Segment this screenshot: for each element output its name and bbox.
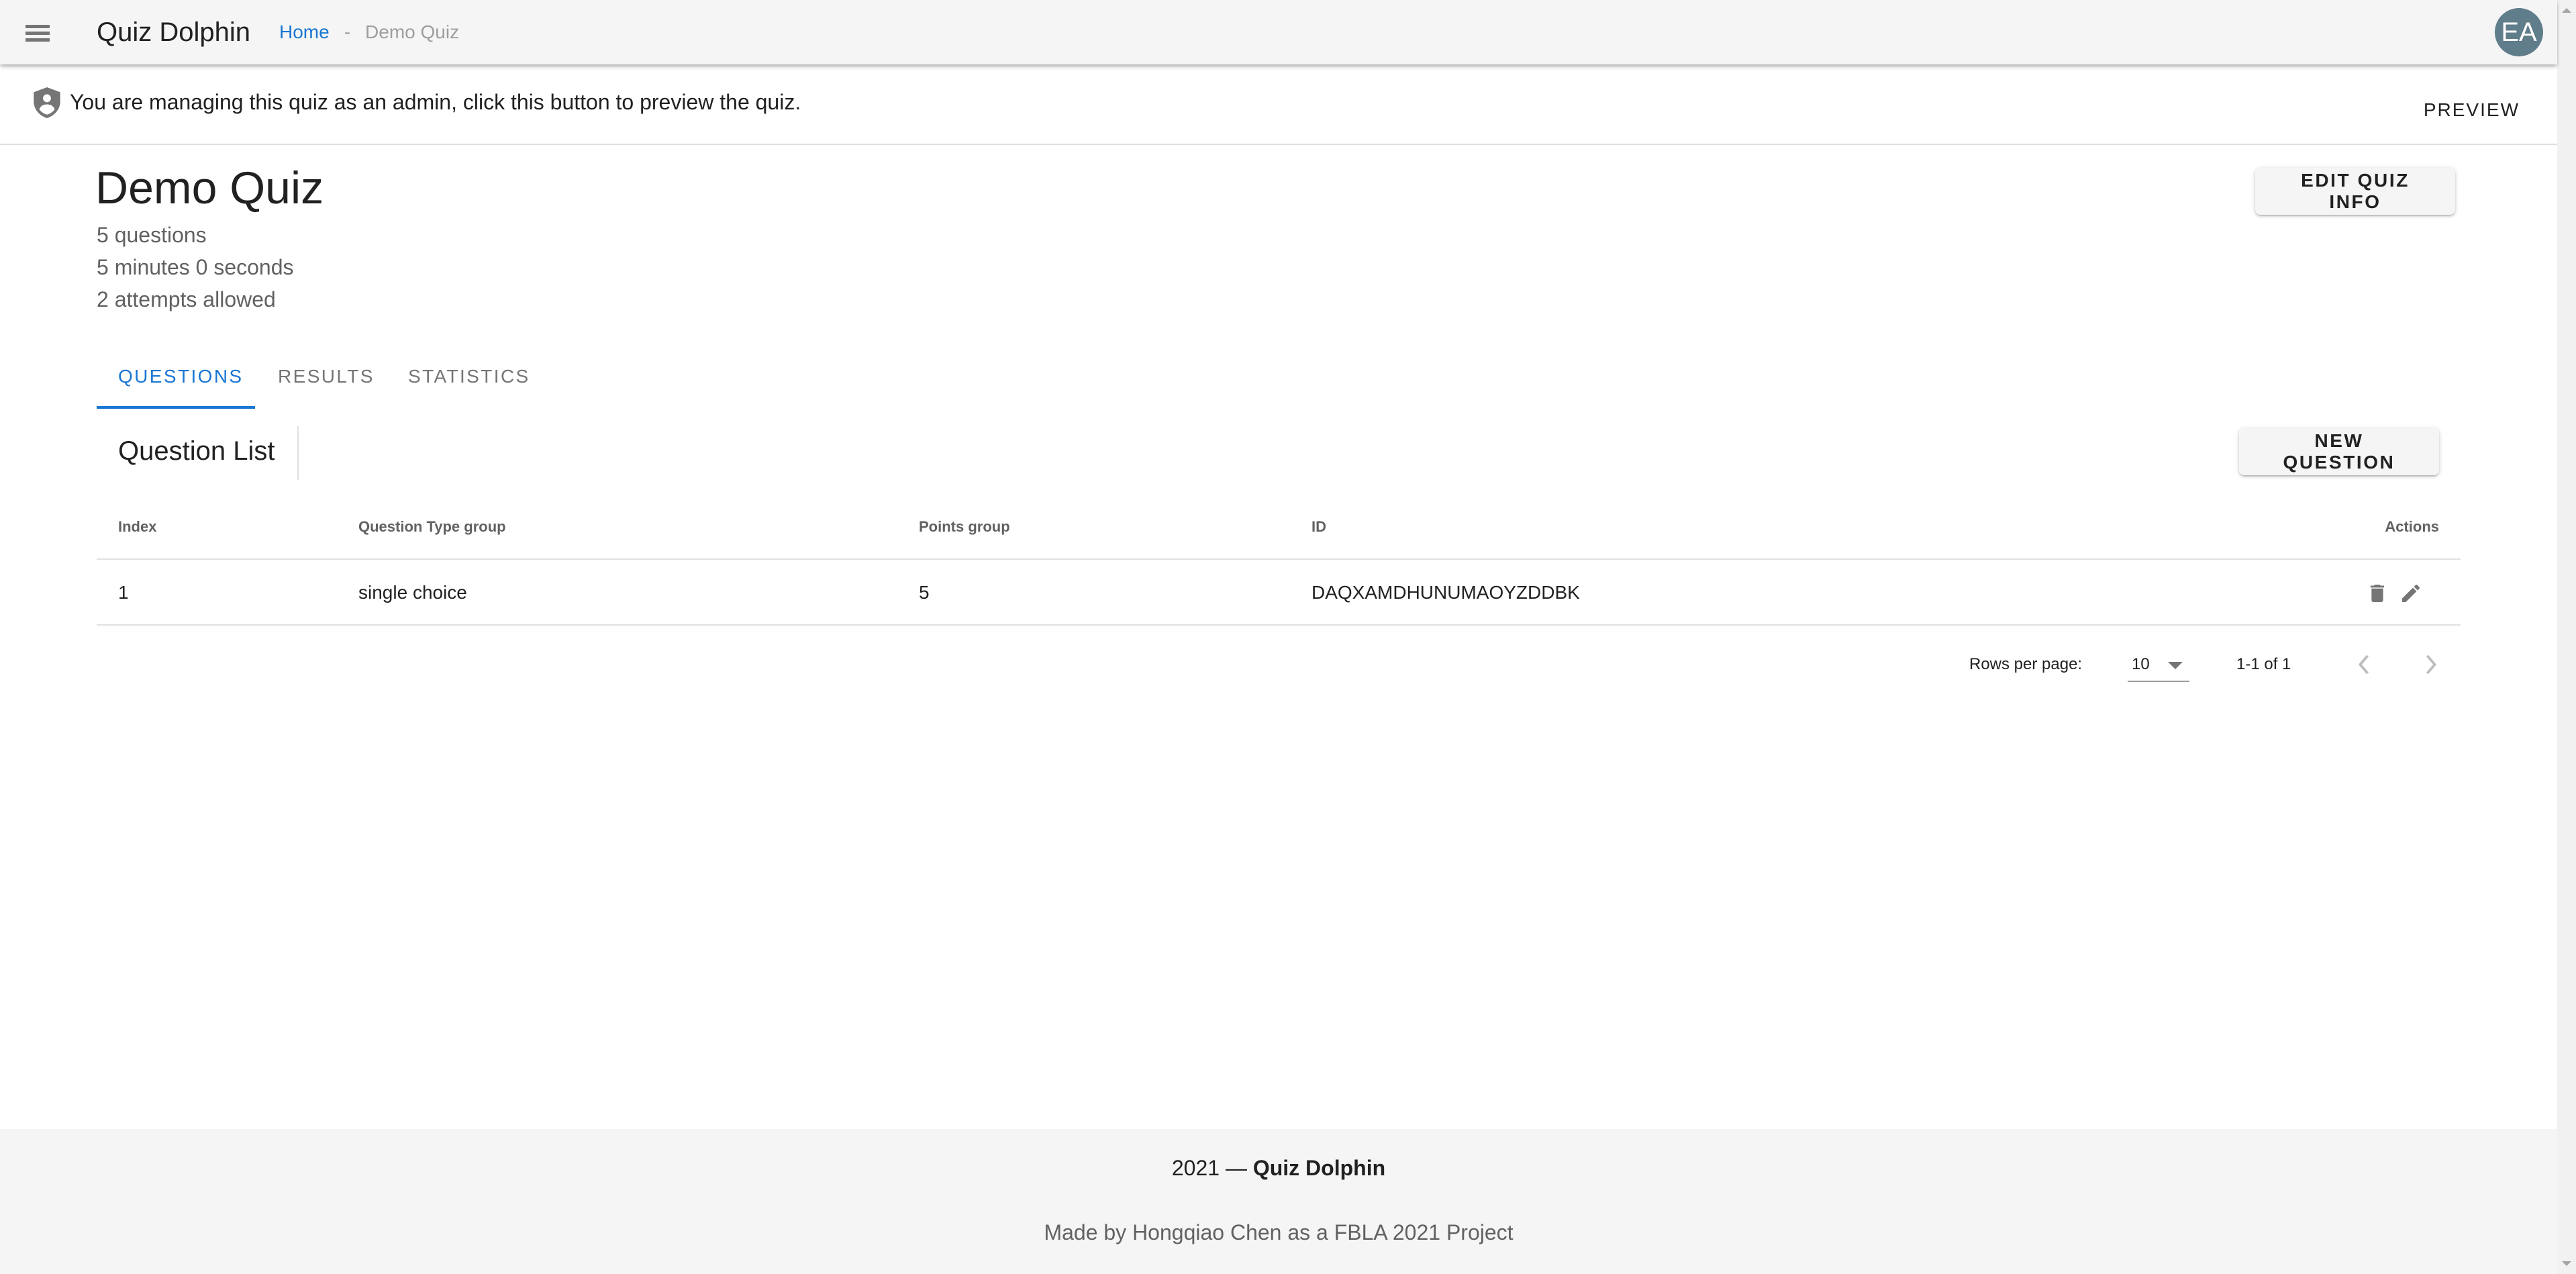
- cell-index: 1: [118, 582, 129, 603]
- tab-statistics[interactable]: STATISTICS: [408, 345, 530, 408]
- question-table: Index Question Type group Points group I…: [97, 502, 2461, 626]
- footer-year: 2021 —: [1171, 1156, 1247, 1180]
- rows-per-page-select[interactable]: 10: [2128, 650, 2189, 682]
- quiz-question-count: 5 questions: [97, 223, 207, 247]
- scroll-down-arrow-icon[interactable]: [2562, 1261, 2571, 1266]
- rows-per-page-value: 10: [2132, 655, 2150, 673]
- cell-question-type: single choice: [358, 582, 467, 603]
- table-pagination: Rows per page: 10 1-1 of 1: [1960, 644, 2443, 685]
- page: Quiz Dolphin Home - Demo Quiz EA You are m…: [0, 0, 2557, 1274]
- delete-icon[interactable]: [2367, 583, 2388, 604]
- previous-page-button[interactable]: [2348, 648, 2380, 681]
- table-row[interactable]: 1 single choice 5 DAQXAMDHUNUMAOYZDDBK: [97, 560, 2461, 626]
- footer: 2021 — Quiz Dolphin Made by Hongqiao Che…: [0, 1129, 2557, 1274]
- quiz-title: Demo Quiz: [95, 162, 324, 213]
- chevron-left-icon: [2358, 654, 2369, 675]
- column-header-question-type[interactable]: Question Type group: [358, 502, 506, 552]
- quiz-attempts: 2 attempts allowed: [97, 287, 276, 311]
- edit-quiz-info-button[interactable]: EDIT QUIZ INFO: [2255, 168, 2455, 215]
- question-list-title: Question List: [118, 436, 275, 466]
- app-bar: Quiz Dolphin Home - Demo Quiz EA: [0, 0, 2557, 64]
- column-header-points[interactable]: Points group: [919, 502, 1010, 552]
- preview-button[interactable]: PREVIEW: [2413, 91, 2530, 129]
- rows-per-page-label: Rows per page:: [1969, 655, 2083, 673]
- table-header: Index Question Type group Points group I…: [97, 502, 2461, 560]
- column-header-index[interactable]: Index: [118, 502, 156, 552]
- admin-banner-message: You are managing this quiz as an admin, …: [70, 90, 801, 114]
- next-page-button[interactable]: [2415, 648, 2447, 681]
- tab-questions[interactable]: QUESTIONS: [118, 345, 244, 408]
- quiz-duration: 5 minutes 0 seconds: [97, 255, 294, 279]
- chevron-right-icon: [2426, 654, 2437, 675]
- caret-down-icon: [2168, 662, 2183, 669]
- breadcrumb-separator: -: [344, 21, 351, 42]
- hamburger-menu-icon[interactable]: [17, 16, 50, 48]
- footer-credit: Made by Hongqiao Chen as a FBLA 2021 Pro…: [1044, 1220, 1514, 1244]
- page-scrollbar[interactable]: [2557, 0, 2576, 1274]
- cell-points: 5: [919, 582, 930, 603]
- active-tab-indicator: [97, 406, 255, 409]
- page-range: 1-1 of 1: [2236, 655, 2291, 673]
- toolbar-divider: [297, 426, 299, 480]
- cell-id: DAQXAMDHUNUMAOYZDDBK: [1311, 582, 1580, 603]
- breadcrumb: Home - Demo Quiz: [279, 20, 459, 44]
- row-actions: [2367, 583, 2422, 604]
- quiz-meta: 5 questions 5 minutes 0 seconds 2 attemp…: [97, 219, 294, 315]
- column-header-actions: Actions: [2385, 518, 2439, 535]
- breadcrumb-home-link[interactable]: Home: [279, 21, 330, 42]
- admin-shield-icon: [34, 87, 60, 118]
- new-question-button[interactable]: NEW QUESTION: [2239, 428, 2439, 475]
- tab-results[interactable]: RESULTS: [278, 345, 375, 408]
- admin-banner: You are managing this quiz as an admin, …: [0, 64, 2557, 145]
- column-header-id[interactable]: ID: [1311, 502, 1326, 552]
- app-title: Quiz Dolphin: [97, 17, 251, 47]
- edit-icon[interactable]: [2400, 583, 2422, 604]
- scroll-up-arrow-icon[interactable]: [2562, 8, 2571, 13]
- breadcrumb-current: Demo Quiz: [365, 21, 460, 42]
- footer-brand: Quiz Dolphin: [1252, 1156, 1386, 1180]
- user-avatar[interactable]: EA: [2495, 8, 2543, 56]
- footer-copyright: 2021 — Quiz Dolphin: [0, 1155, 2557, 1181]
